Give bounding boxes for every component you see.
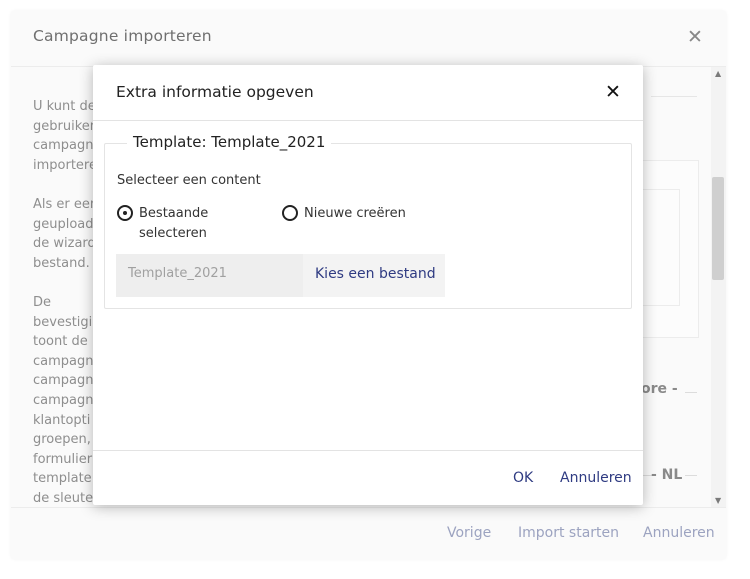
template-fieldset: Template: Template_2021 Selecteer een co… bbox=[104, 133, 632, 309]
cancel-button[interactable]: Annuleren bbox=[643, 525, 715, 541]
file-picker: Template_2021 Kies een bestand bbox=[116, 254, 445, 297]
radio-new[interactable]: Nieuwe creëren bbox=[282, 204, 406, 224]
scroll-down-icon[interactable]: ▼ bbox=[715, 496, 721, 505]
radio-unchecked-icon[interactable] bbox=[282, 205, 298, 221]
divider bbox=[685, 475, 697, 476]
ok-button[interactable]: OK bbox=[513, 470, 533, 486]
choose-file-button[interactable]: Kies een bestand bbox=[303, 254, 445, 297]
close-icon[interactable]: ✕ bbox=[605, 82, 621, 102]
radio-existing[interactable]: Bestaande selecteren bbox=[117, 204, 208, 243]
dialog-footer: Vorige Import starten Annuleren bbox=[11, 508, 726, 559]
start-import-button[interactable]: Import starten bbox=[518, 525, 619, 541]
modal-title: Extra informatie opgeven bbox=[116, 83, 314, 101]
scrollbar-thumb[interactable] bbox=[712, 177, 724, 280]
wizard-step-label: - NL bbox=[651, 467, 683, 483]
radio-checked-icon[interactable] bbox=[117, 205, 133, 221]
file-name-field[interactable]: Template_2021 bbox=[116, 254, 303, 297]
wizard-step-label: ore - bbox=[641, 381, 678, 397]
fieldset-legend: Template: Template_2021 bbox=[127, 133, 332, 151]
radio-existing-label: Bestaande selecteren bbox=[139, 206, 209, 241]
dialog-title: Campagne importeren bbox=[33, 27, 212, 45]
select-content-label: Selecteer een content bbox=[117, 173, 261, 188]
scroll-up-icon[interactable]: ▲ bbox=[715, 69, 721, 78]
wizard-inner-panel bbox=[641, 189, 680, 306]
vertical-scrollbar[interactable]: ▲ ▼ bbox=[711, 67, 726, 507]
cancel-button[interactable]: Annuleren bbox=[560, 470, 632, 486]
close-icon[interactable]: ✕ bbox=[687, 27, 703, 47]
radio-new-label: Nieuwe creëren bbox=[304, 206, 406, 221]
previous-button[interactable]: Vorige bbox=[447, 525, 491, 541]
divider bbox=[93, 120, 643, 121]
extra-info-modal: Extra informatie opgeven ✕ Template: Tem… bbox=[93, 65, 643, 505]
divider bbox=[685, 392, 697, 393]
divider bbox=[93, 450, 643, 451]
divider bbox=[651, 96, 697, 97]
